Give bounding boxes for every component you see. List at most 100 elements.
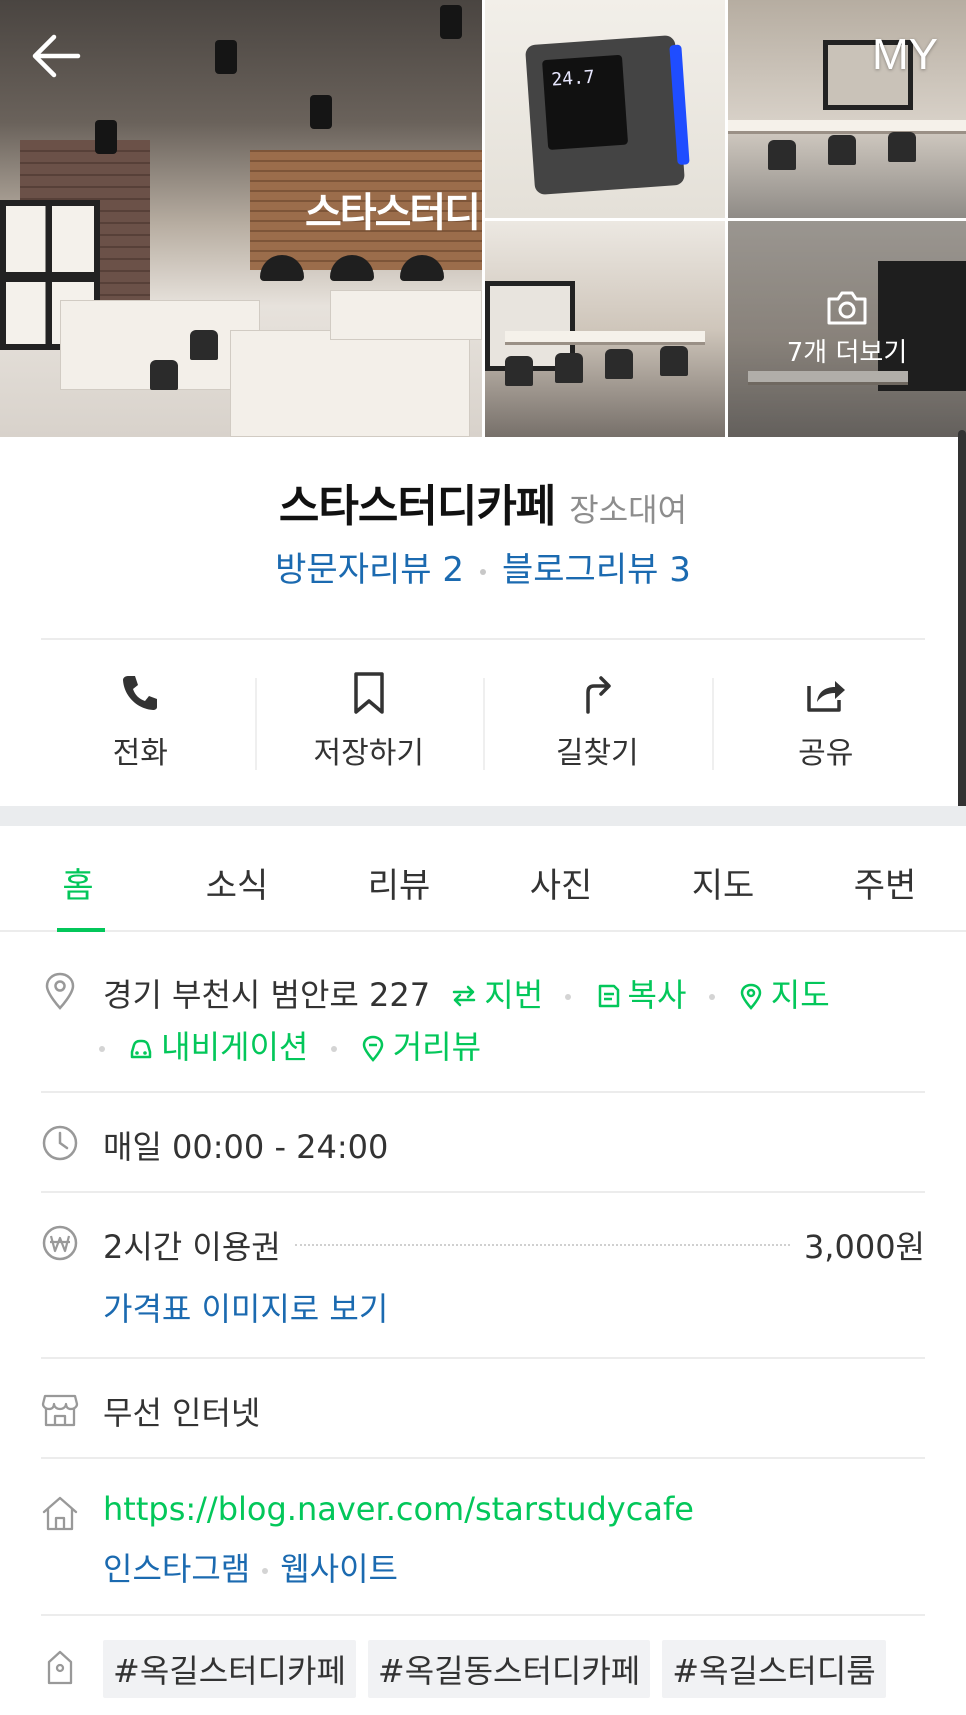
price-item-name: 2시간 이용권 bbox=[103, 1228, 281, 1266]
save-button[interactable]: 저장하기 bbox=[254, 650, 484, 780]
jibun-toggle[interactable]: 지번 bbox=[450, 976, 553, 1014]
tag-list: #옥길스터디카페 #옥길동스터디카페 #옥길스터디룸 bbox=[103, 1640, 898, 1698]
photo-detail bbox=[505, 331, 705, 345]
tag-chip[interactable]: #옥길동스터디카페 bbox=[367, 1640, 651, 1698]
price-row: 2시간 이용권 3,000원 가격표 이미지로 보기 bbox=[41, 1222, 925, 1332]
photo-detail: 24.7 bbox=[524, 34, 690, 196]
photo-detail bbox=[828, 135, 856, 165]
more-photos-label: 7개 더보기 bbox=[786, 337, 908, 368]
address-line-2: 내비게이션 거리뷰 bbox=[99, 1022, 481, 1068]
price-amount: 3,000원 bbox=[803, 1228, 925, 1266]
divider bbox=[41, 1457, 925, 1459]
my-button[interactable]: MY bbox=[872, 30, 938, 80]
review-summary: 방문자리뷰 2 블로그리뷰 3 bbox=[0, 542, 966, 591]
home-icon bbox=[42, 1496, 78, 1531]
place-category: 장소대여 bbox=[569, 491, 688, 529]
hours-row: 매일 00:00 - 24:00 bbox=[41, 1122, 925, 1166]
amenity-row: 무선 인터넷 bbox=[41, 1388, 925, 1432]
directions-icon bbox=[586, 676, 611, 714]
photo-thumbnail[interactable] bbox=[485, 221, 725, 437]
tab-nearby[interactable]: 주변 bbox=[804, 826, 966, 930]
copy-icon bbox=[598, 984, 619, 1008]
hours-text: 매일 00:00 - 24:00 bbox=[103, 1128, 389, 1166]
separator-dot bbox=[565, 994, 572, 1000]
photo-thumbnail[interactable]: 24.7 bbox=[485, 0, 725, 218]
photo-detail bbox=[440, 5, 462, 39]
photo-detail bbox=[95, 120, 117, 154]
car-navigation-icon bbox=[130, 1039, 152, 1059]
tag-icon bbox=[47, 1650, 73, 1685]
place-title-row: 스타스터디카페 장소대여 bbox=[0, 470, 966, 534]
photo-detail bbox=[505, 356, 533, 386]
photo-detail bbox=[310, 95, 332, 129]
section-divider bbox=[0, 806, 966, 826]
map-pin-icon bbox=[740, 983, 762, 1010]
divider bbox=[41, 1191, 925, 1193]
street-view-icon bbox=[362, 1035, 383, 1062]
street-view-link[interactable]: 거리뷰 bbox=[349, 1028, 482, 1066]
price-item: 2시간 이용권 3,000원 bbox=[103, 1222, 925, 1268]
photo-detail bbox=[888, 132, 916, 162]
address-row: 경기 부천시 범안로 227 지번 복사 지도 내비게이션 거리뷰 bbox=[41, 970, 925, 1066]
photo-detail bbox=[330, 290, 482, 340]
separator-dot bbox=[330, 1046, 337, 1052]
blog-review-link[interactable]: 블로그리뷰 3 bbox=[502, 550, 691, 590]
divider bbox=[41, 638, 925, 640]
share-button[interactable]: 공유 bbox=[711, 650, 941, 780]
share-icon bbox=[807, 681, 845, 712]
map-link[interactable]: 지도 bbox=[727, 976, 830, 1014]
copy-address-button[interactable]: 복사 bbox=[583, 976, 696, 1014]
visitor-review-link[interactable]: 방문자리뷰 2 bbox=[275, 550, 464, 590]
photo-detail bbox=[555, 353, 583, 383]
separator-dot bbox=[99, 1046, 105, 1052]
separator-dot bbox=[708, 994, 715, 1000]
homepage-url-link[interactable]: https://blog.naver.com/starstudycafe bbox=[103, 1490, 694, 1528]
action-bar: 전화 저장하기 길찾기 공유 bbox=[26, 650, 940, 780]
divider bbox=[41, 1357, 925, 1359]
phone-icon bbox=[123, 676, 158, 710]
photo-detail bbox=[768, 140, 796, 170]
instagram-link[interactable]: 인스타그램 bbox=[103, 1550, 250, 1588]
place-name: 스타스터디카페 bbox=[278, 481, 556, 532]
price-image-link[interactable]: 가격표 이미지로 보기 bbox=[103, 1284, 388, 1330]
store-icon bbox=[41, 1394, 79, 1427]
divider bbox=[41, 1091, 925, 1093]
directions-button[interactable]: 길찾기 bbox=[483, 650, 712, 780]
tag-chip[interactable]: #옥길스터디룸 bbox=[662, 1640, 886, 1698]
more-photos-button[interactable]: 7개 더보기 bbox=[728, 221, 966, 437]
tab-bar: 홈 소식 리뷰 사진 지도 주변 bbox=[0, 826, 966, 932]
back-button[interactable] bbox=[28, 28, 84, 84]
call-button[interactable]: 전화 bbox=[26, 650, 255, 780]
website-link[interactable]: 웹사이트 bbox=[280, 1550, 398, 1588]
map-label: 지도 bbox=[770, 976, 830, 1014]
separator-dot bbox=[480, 568, 486, 575]
clock-icon bbox=[42, 1125, 78, 1161]
photo-gallery: 스타스터디 24.7 7개 더보기 MY bbox=[0, 0, 966, 437]
copy-label: 복사 bbox=[627, 976, 687, 1014]
address-text: 경기 부천시 범안로 227 bbox=[103, 976, 431, 1014]
tags-row: #옥길스터디카페 #옥길동스터디카페 #옥길스터디룸 bbox=[41, 1640, 925, 1698]
call-label: 전화 bbox=[112, 736, 168, 771]
separator-dot bbox=[262, 1568, 269, 1574]
photo-detail bbox=[728, 120, 966, 134]
tab-home[interactable]: 홈 bbox=[0, 826, 156, 930]
won-icon bbox=[42, 1225, 78, 1261]
photo-detail bbox=[190, 330, 218, 360]
back-arrow-icon bbox=[32, 34, 81, 78]
divider bbox=[41, 1614, 925, 1616]
street-view-label: 거리뷰 bbox=[392, 1028, 482, 1066]
tag-chip[interactable]: #옥길스터디카페 bbox=[103, 1640, 356, 1698]
navigation-link[interactable]: 내비게이션 bbox=[117, 1028, 319, 1066]
photo-sign-text: 스타스터디 bbox=[305, 190, 481, 236]
save-label: 저장하기 bbox=[313, 736, 424, 771]
tab-news[interactable]: 소식 bbox=[156, 826, 318, 930]
camera-icon bbox=[827, 291, 867, 324]
photo-detail bbox=[230, 330, 470, 437]
tab-reviews[interactable]: 리뷰 bbox=[318, 826, 480, 930]
location-pin-icon bbox=[45, 972, 75, 1010]
tab-map[interactable]: 지도 bbox=[642, 826, 804, 930]
photo-detail bbox=[605, 349, 633, 379]
social-links: 인스타그램 웹사이트 bbox=[103, 1544, 398, 1590]
tab-photos[interactable]: 사진 bbox=[480, 826, 642, 930]
photo-detail bbox=[215, 40, 237, 74]
